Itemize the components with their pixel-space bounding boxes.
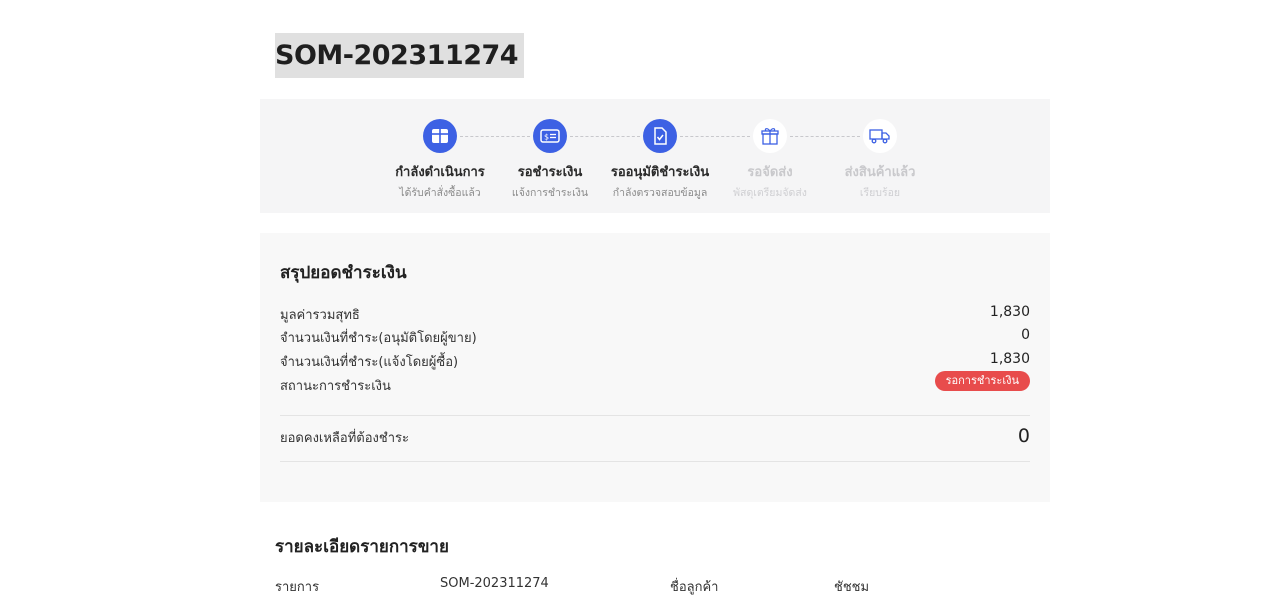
document-check-icon	[643, 119, 677, 153]
svg-text:$: $	[544, 133, 549, 142]
step-sublabel: กำลังตรวจสอบข้อมูล	[612, 187, 708, 199]
paid-seller-value: 0	[1021, 327, 1030, 343]
step-sublabel: เรียบร้อย	[859, 187, 901, 199]
step-awaiting-payment: $ รอชำระเงิน แจ้งการชำระเงิน	[495, 119, 605, 201]
step-label: ส่งสินค้าแล้ว	[844, 165, 916, 180]
gift-box-icon	[753, 119, 787, 153]
order-progress-stepper: กำลังดำเนินการ ได้รับคำสั่งซื้อแล้ว $ รอ…	[260, 99, 1050, 213]
paid-buyer-value: 1,830	[989, 351, 1030, 367]
paid-seller-label: จำนวนเงินที่ชำระ(อนุมัติโดยผู้ขาย)	[280, 331, 477, 346]
step-sublabel: แจ้งการชำระเงิน	[511, 187, 589, 199]
customer-label: ชื่อลูกค้า	[670, 580, 719, 595]
payment-card-icon: $	[533, 119, 567, 153]
payment-summary-panel: สรุปยอดชำระเงิน มูลค่ารวมสุทธิ 1,830 จำน…	[260, 233, 1050, 502]
status-badge: รอการชำระเงิน	[934, 371, 1030, 391]
paid-buyer-label: จำนวนเงินที่ชำระ(แจ้งโดยผู้ซื้อ)	[280, 355, 459, 370]
step-label: รอจัดส่ง	[747, 165, 793, 180]
paid-buyer-row: จำนวนเงินที่ชำระ(แจ้งโดยผู้ซื้อ) 1,830	[280, 351, 1030, 371]
truck-icon	[863, 119, 897, 153]
item-label: รายการ	[275, 580, 320, 595]
net-total-value: 1,830	[989, 304, 1030, 320]
step-shipped: ส่งสินค้าแล้ว เรียบร้อย	[825, 119, 935, 201]
item-value: SOM-202311274	[440, 576, 549, 591]
step-sublabel: ได้รับคำสั่งซื้อแล้ว	[399, 187, 481, 199]
paid-seller-row: จำนวนเงินที่ชำระ(อนุมัติโดยผู้ขาย) 0	[280, 327, 1030, 347]
divider	[280, 461, 1030, 462]
order-title: SOM-202311274	[275, 33, 525, 78]
summary-title: สรุปยอดชำระเงิน	[280, 263, 407, 283]
net-total-row: มูลค่ารวมสุทธิ 1,830	[280, 304, 1030, 324]
step-sublabel: พัสดุเตรียมจัดส่ง	[733, 187, 807, 199]
step-label: กำลังดำเนินการ	[395, 165, 485, 180]
step-label: รออนุมัติชำระเงิน	[610, 165, 710, 180]
sale-details-title: รายละเอียดรายการขาย	[275, 537, 449, 557]
net-total-label: มูลค่ารวมสุทธิ	[280, 308, 360, 323]
divider	[280, 415, 1030, 416]
step-label: รอชำระเงิน	[517, 165, 583, 180]
balance-label: ยอดคงเหลือที่ต้องชำระ	[280, 431, 409, 446]
balance-row: ยอดคงเหลือที่ต้องชำระ 0	[280, 425, 1030, 447]
balance-value: 0	[1017, 425, 1030, 447]
step-awaiting-approval: รออนุมัติชำระเงิน กำลังตรวจสอบข้อมูล	[605, 119, 715, 201]
box-icon	[423, 119, 457, 153]
step-awaiting-shipment: รอจัดส่ง พัสดุเตรียมจัดส่ง	[715, 119, 825, 201]
payment-status-row: สถานะการชำระเงิน รอการชำระเงิน	[280, 371, 1030, 395]
step-processing: กำลังดำเนินการ ได้รับคำสั่งซื้อแล้ว	[385, 119, 495, 201]
payment-status-label: สถานะการชำระเงิน	[280, 379, 391, 394]
customer-value: ชัชชม	[834, 580, 870, 595]
